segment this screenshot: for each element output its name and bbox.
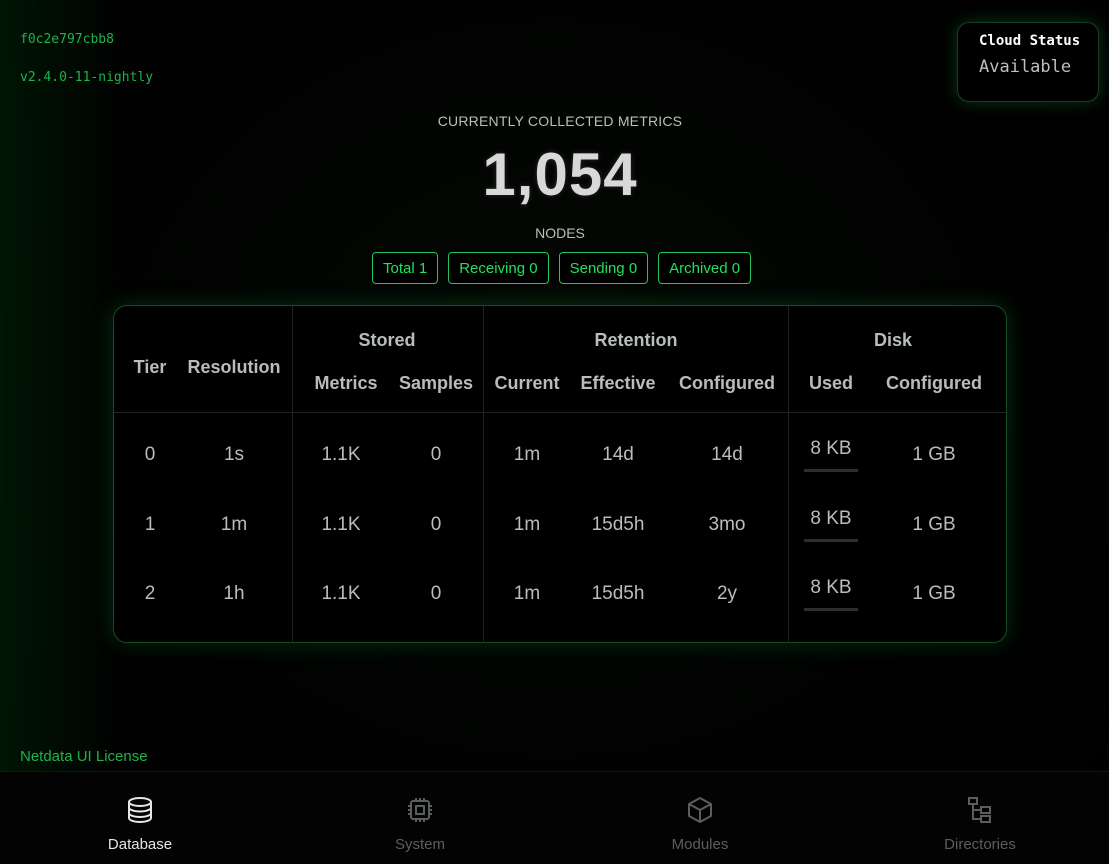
col-effective: Effective — [580, 373, 656, 393]
chip-receiving-label: Receiving — [459, 259, 526, 277]
build-hash: f0c2e797cbb8 — [20, 32, 114, 47]
cell-configured: 14d — [711, 444, 743, 465]
cell-tier: 1 — [144, 514, 156, 535]
col-metrics: Metrics — [314, 373, 378, 393]
metrics-caption: CURRENTLY COLLECTED METRICS — [437, 113, 683, 129]
chip-archived[interactable]: Archived 0 — [658, 252, 752, 284]
col-configured: Configured — [679, 373, 775, 393]
nav-modules[interactable]: Modules — [620, 772, 780, 864]
nav-directories-label: Directories — [944, 836, 1016, 853]
chip-receiving[interactable]: Receiving 0 — [448, 252, 549, 284]
cell-metrics: 1.1K — [321, 514, 361, 535]
nav-system[interactable]: System — [340, 772, 500, 864]
cell-samples: 0 — [430, 583, 442, 604]
col-tier: Tier — [133, 357, 167, 377]
col-samples: Samples — [398, 373, 474, 393]
nav-system-label: System — [394, 836, 445, 853]
col-current: Current — [494, 373, 560, 393]
chip-sending[interactable]: Sending 0 — [558, 252, 649, 284]
bottom-nav: Database System Modules Directories — [0, 771, 1109, 864]
nodes-caption: NODES — [535, 225, 585, 241]
cell-disk-configured: 1 GB — [912, 514, 956, 535]
cell-configured: 3mo — [708, 514, 746, 535]
license-link[interactable]: Netdata UI License — [20, 748, 148, 765]
group-retention: Retention — [594, 330, 678, 350]
table-divider — [483, 306, 484, 642]
col-used: Used — [808, 373, 854, 393]
retention-table: Stored Retention Disk Tier Resolution Me… — [113, 305, 1007, 643]
cloud-status-value: Available — [979, 57, 1072, 77]
cell-used: 8 KB — [810, 508, 852, 529]
nav-modules-label: Modules — [671, 836, 729, 853]
group-disk: Disk — [873, 330, 913, 350]
chip-total-label: Total — [383, 259, 415, 277]
nav-directories[interactable]: Directories — [900, 772, 1060, 864]
col-resolution: Resolution — [187, 357, 281, 377]
chip-total-value: 1 — [418, 259, 428, 277]
cell-used: 8 KB — [810, 577, 852, 598]
metrics-count: 1,054 — [482, 141, 638, 208]
cell-disk-configured: 1 GB — [912, 444, 956, 465]
cell-current: 1m — [513, 444, 541, 465]
disk-usage-bar — [804, 608, 858, 611]
cell-resolution: 1m — [220, 514, 248, 535]
cloud-status-title: Cloud Status — [979, 33, 1081, 49]
chip-sending-value: 0 — [628, 259, 638, 277]
cell-effective: 14d — [602, 444, 634, 465]
cell-configured: 2y — [716, 583, 738, 604]
build-version: v2.4.0-11-nightly — [20, 70, 154, 85]
node-chips: Total 1 Receiving 0 Sending 0 Archived 0 — [372, 252, 752, 284]
table-divider — [788, 306, 789, 642]
nav-database-label: Database — [107, 836, 173, 853]
chip-total[interactable]: Total 1 — [372, 252, 439, 284]
cube-icon — [688, 797, 712, 823]
nav-database[interactable]: Database — [60, 772, 220, 864]
chip-sending-label: Sending — [569, 259, 625, 277]
cell-effective: 15d5h — [591, 514, 645, 535]
disk-usage-bar — [804, 539, 858, 542]
cell-effective: 15d5h — [591, 583, 645, 604]
cell-disk-configured: 1 GB — [912, 583, 956, 604]
cell-samples: 0 — [430, 514, 442, 535]
cell-current: 1m — [513, 583, 541, 604]
database-icon — [128, 797, 152, 824]
cell-resolution: 1s — [223, 444, 245, 465]
chip-archived-label: Archived — [669, 259, 728, 277]
chip-icon — [408, 798, 432, 822]
chip-receiving-value: 0 — [529, 259, 538, 277]
col-disk-configured: Configured — [886, 373, 982, 393]
cell-used: 8 KB — [810, 438, 852, 459]
cell-metrics: 1.1K — [321, 444, 361, 465]
table-header-divider — [114, 412, 1006, 413]
cell-tier: 2 — [144, 583, 156, 604]
disk-usage-bar — [804, 469, 858, 472]
folder-tree-icon — [968, 797, 991, 823]
group-stored: Stored — [358, 330, 416, 350]
cell-resolution: 1h — [223, 583, 245, 604]
cell-metrics: 1.1K — [321, 583, 361, 604]
cloud-status-card[interactable]: Cloud Status Available — [957, 22, 1099, 102]
table-divider — [292, 306, 293, 642]
cell-tier: 0 — [144, 444, 156, 465]
cell-current: 1m — [513, 514, 541, 535]
cell-samples: 0 — [430, 444, 442, 465]
chip-archived-value: 0 — [731, 259, 741, 277]
